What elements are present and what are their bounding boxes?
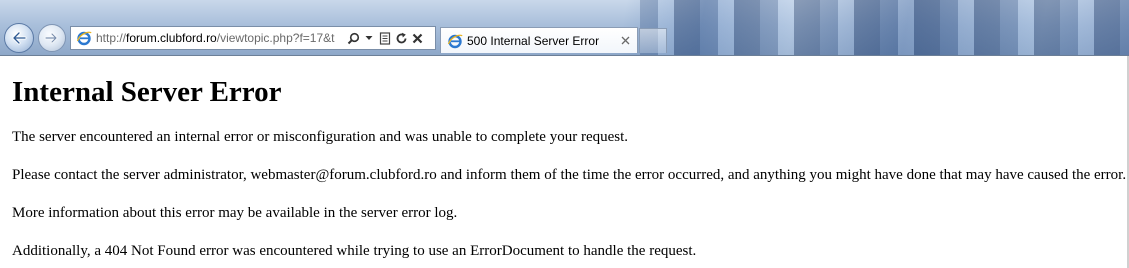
page-title: Internal Server Error: [12, 76, 282, 108]
error-message: The server encountered an internal error…: [12, 129, 629, 145]
log-message: More information about this error may be…: [12, 205, 458, 221]
page-content: Internal Server Error The server encount…: [12, 58, 1126, 259]
back-arrow-icon: [12, 31, 27, 45]
new-tab-button[interactable]: [639, 28, 667, 53]
ie-icon: [76, 31, 92, 46]
contact-message: Please contact the server administrator,…: [12, 167, 1127, 183]
forward-arrow-icon: [44, 32, 58, 44]
url-host: forum.clubford.ro: [126, 31, 217, 45]
dropdown-button[interactable]: [362, 30, 376, 46]
browser-chrome: http://forum.clubford.ro/viewtopic.php?f…: [0, 0, 1129, 56]
back-button[interactable]: [4, 23, 34, 53]
address-bar-tools: [346, 30, 424, 46]
stop-button[interactable]: [410, 30, 424, 46]
chevron-down-icon: [365, 36, 373, 40]
forward-button[interactable]: [38, 24, 66, 52]
ie-icon: [447, 34, 463, 48]
stop-icon: [412, 33, 422, 43]
search-button[interactable]: [346, 30, 360, 46]
errordocument-message: Additionally, a 404 Not Found error was …: [12, 243, 697, 259]
title-bar-background: [640, 0, 1129, 55]
address-bar[interactable]: http://forum.clubford.ro/viewtopic.php?f…: [70, 26, 436, 50]
refresh-icon: [396, 32, 406, 43]
url-path: /viewtopic.php?f=17&t: [216, 31, 335, 45]
close-icon: [621, 36, 629, 45]
tab-title: 500 Internal Server Error: [467, 33, 600, 48]
url-prefix: http://: [96, 31, 127, 45]
compatibility-view-icon: [379, 31, 391, 45]
url-text[interactable]: http://forum.clubford.ro/viewtopic.php?f…: [96, 31, 343, 45]
compatibility-view-button[interactable]: [378, 30, 392, 46]
search-icon: [347, 32, 359, 44]
tab-active[interactable]: 500 Internal Server Error: [440, 27, 638, 53]
refresh-button[interactable]: [394, 30, 408, 46]
tab-close-button[interactable]: [617, 33, 633, 49]
